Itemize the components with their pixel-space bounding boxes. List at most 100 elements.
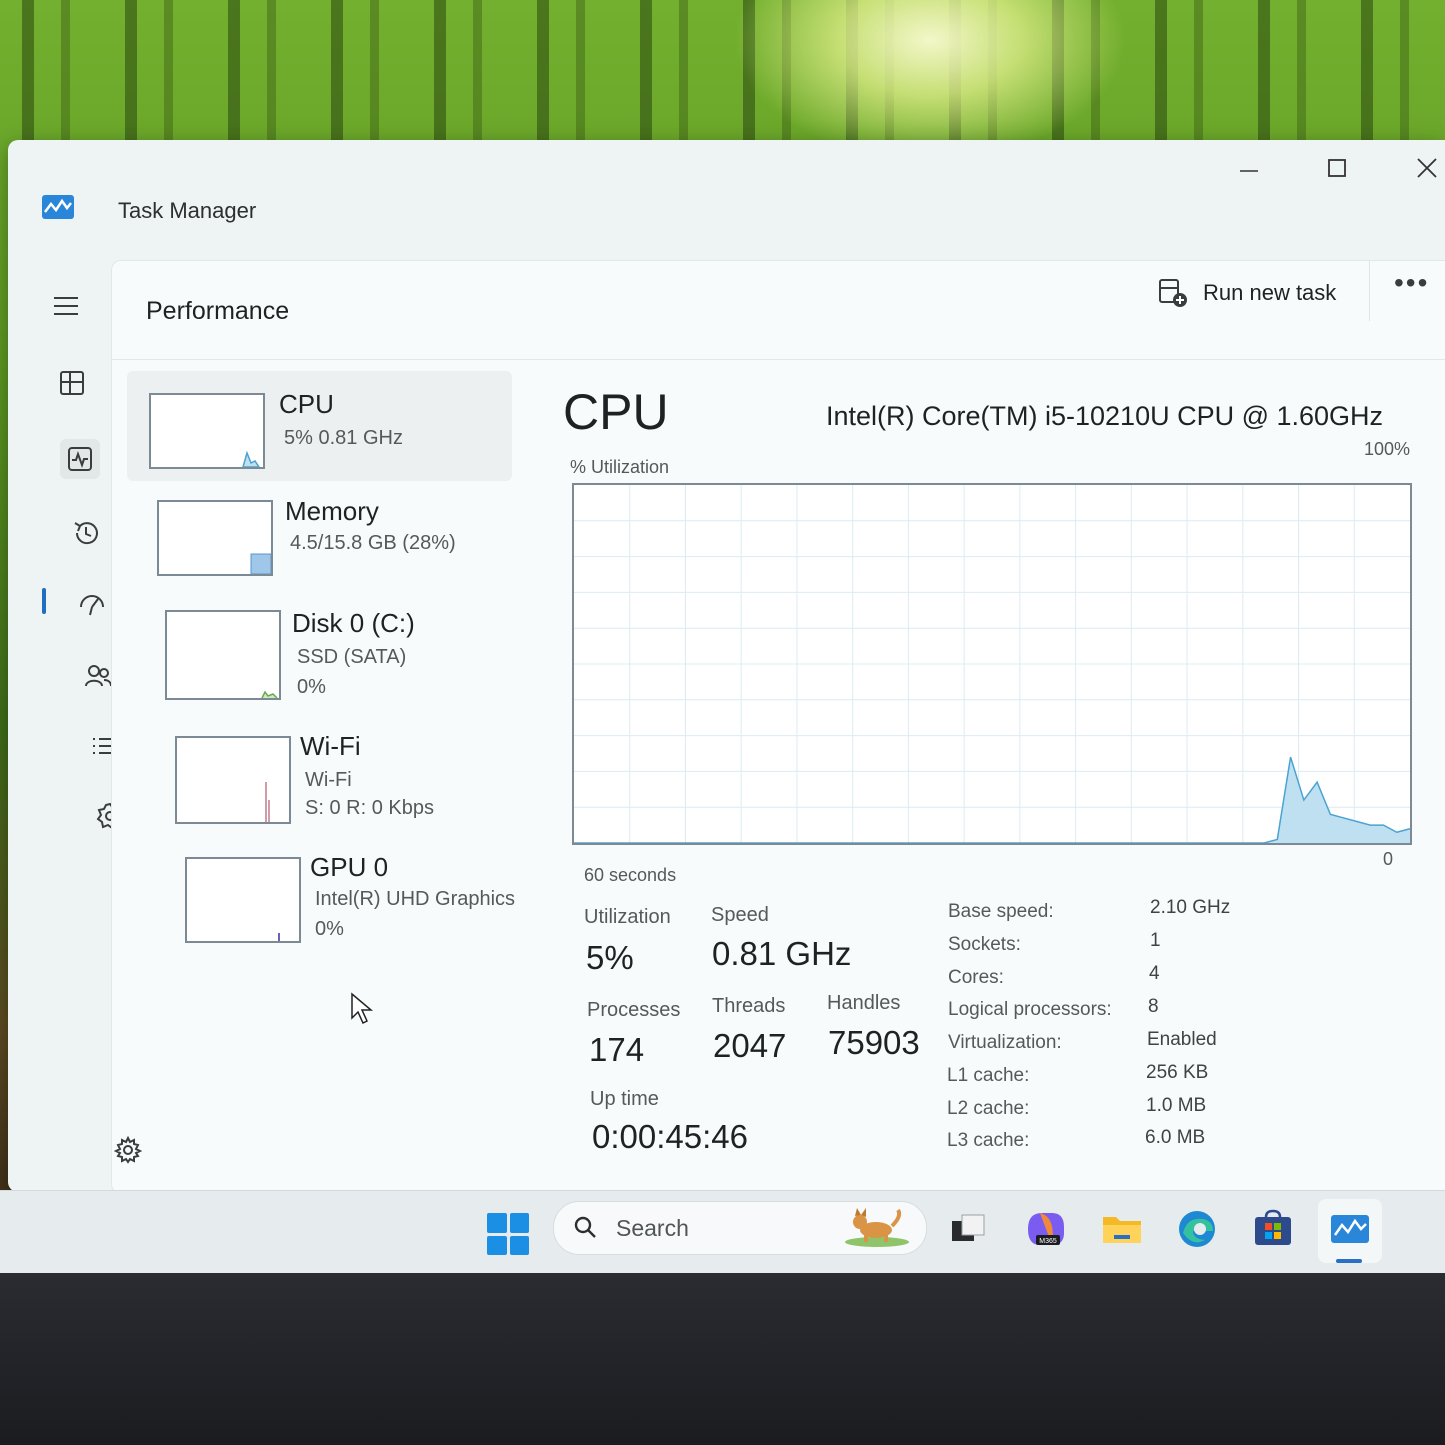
folder-icon: [1103, 1217, 1141, 1243]
file-explorer-button[interactable]: [1100, 1207, 1144, 1251]
search-icon: [574, 1216, 596, 1238]
header-divider: [1369, 261, 1370, 321]
edge-icon: [1179, 1211, 1215, 1247]
maximize-icon: [1328, 159, 1346, 177]
device-name: Memory: [285, 496, 379, 526]
spec-value: 1.0 MB: [1146, 1095, 1207, 1116]
spec-value: 1: [1150, 930, 1161, 951]
start-button[interactable]: [487, 1213, 529, 1255]
settings-gear-icon[interactable]: [113, 1135, 143, 1165]
gpu-thumbnail-sparkline: [278, 933, 280, 941]
cpu-thumbnail-sparkline: [242, 450, 261, 468]
more-options-button[interactable]: •••: [1394, 267, 1429, 299]
device-item-gpu[interactable]: GPU 0 Intel(R) UHD Graphics 0%: [167, 844, 552, 954]
mouse-cursor-icon: [351, 992, 374, 1025]
utilization-value: 5%: [586, 939, 634, 976]
history-icon: [74, 522, 98, 545]
device-detail: SSD (SATA): [297, 646, 407, 668]
memory-thumbnail-bar: [250, 553, 272, 575]
run-task-icon: [1159, 279, 1187, 307]
windows-logo-icon: [487, 1213, 507, 1233]
spec-value: Enabled: [1147, 1029, 1217, 1050]
nav-startup-apps[interactable]: [72, 584, 112, 624]
spec-value: 2.10 GHz: [1150, 897, 1231, 918]
microsoft-365-copilot-button[interactable]: M365: [1022, 1207, 1066, 1251]
graph-y-max-label: 100%: [1364, 439, 1411, 459]
minimize-icon: [1240, 170, 1258, 172]
microsoft-store-button[interactable]: [1251, 1207, 1295, 1251]
spec-value: 4: [1149, 963, 1160, 984]
processes-label: Processes: [587, 999, 681, 1021]
device-item-memory[interactable]: Memory 4.5/15.8 GB (28%): [137, 486, 522, 596]
close-icon: [1417, 158, 1437, 178]
page-title: Performance: [146, 297, 290, 325]
nav-app-history[interactable]: [66, 513, 106, 553]
window-title: Task Manager: [118, 198, 257, 223]
run-new-task-button[interactable]: Run new task: [1157, 273, 1336, 313]
spec-label: Base speed:: [948, 901, 1054, 922]
cpu-utilization-graph: [572, 483, 1412, 845]
device-name: CPU: [279, 389, 334, 419]
hamburger-icon: [54, 297, 78, 315]
nav-selection-indicator: [42, 588, 46, 614]
device-detail: 5% 0.81 GHz: [284, 427, 403, 449]
spec-label: Virtualization:: [948, 1032, 1062, 1053]
processes-icon: [60, 371, 84, 395]
spec-label: L3 cache:: [947, 1130, 1030, 1151]
nav-performance[interactable]: [60, 439, 100, 479]
task-manager-window: Task Manager Performance Run new task ••…: [8, 140, 1445, 1194]
minimize-button[interactable]: [1226, 148, 1272, 188]
spec-value: 256 KB: [1146, 1062, 1209, 1083]
close-button[interactable]: [1404, 148, 1445, 188]
disk-thumbnail-graph: [165, 610, 281, 700]
edge-browser-button[interactable]: [1175, 1207, 1219, 1251]
cpu-thumbnail-graph: [149, 393, 265, 469]
store-icon: [1255, 1209, 1291, 1245]
taskbar-search-box[interactable]: Search: [553, 1201, 927, 1255]
hamburger-menu-button[interactable]: [46, 286, 86, 326]
graph-y-min-label: 0: [1383, 849, 1394, 869]
device-item-wifi[interactable]: Wi-Fi Wi-Fi S: 0 R: 0 Kbps: [157, 721, 542, 831]
device-item-disk[interactable]: Disk 0 (C:) SSD (SATA) 0%: [147, 596, 532, 706]
processes-value: 174: [589, 1031, 645, 1068]
speed-value: 0.81 GHz: [712, 935, 852, 972]
gpu-thumbnail-graph: [185, 857, 301, 943]
nav-processes[interactable]: [52, 363, 92, 403]
device-name: GPU 0: [310, 852, 389, 882]
device-detail-secondary: S: 0 R: 0 Kbps: [305, 797, 434, 819]
spec-label: L2 cache:: [947, 1098, 1030, 1119]
device-name: Disk 0 (C:): [292, 608, 415, 638]
maximize-button[interactable]: [1314, 148, 1360, 188]
task-manager-app-icon: [42, 195, 74, 219]
task-view-button[interactable]: [946, 1207, 990, 1251]
uptime-label: Up time: [590, 1088, 659, 1110]
search-placeholder: Search: [616, 1215, 689, 1241]
wifi-thumbnail-sparkline: [265, 782, 270, 822]
header-separator: [112, 359, 1445, 360]
search-highlight-dog-icon: [845, 1208, 909, 1247]
graph-y-axis-label: % Utilization: [570, 457, 670, 477]
taskbar: Search M365: [0, 1190, 1445, 1273]
microsoft-365-icon: M365: [1028, 1213, 1064, 1245]
startup-icon: [80, 595, 104, 616]
title-bar[interactable]: Task Manager: [8, 140, 1445, 250]
spec-value: 6.0 MB: [1145, 1127, 1206, 1148]
wifi-thumbnail-graph: [175, 736, 291, 824]
spec-label: Logical processors:: [948, 999, 1112, 1020]
device-detail: Intel(R) UHD Graphics: [315, 888, 516, 910]
device-detail-secondary: 0%: [297, 676, 326, 698]
task-manager-taskbar-button[interactable]: [1328, 1207, 1372, 1251]
performance-icon: [68, 447, 92, 471]
svg-text:M365: M365: [1039, 1238, 1057, 1245]
device-item-cpu[interactable]: CPU 5% 0.81 GHz: [127, 371, 512, 481]
device-detail: Wi-Fi: [305, 769, 352, 791]
active-app-indicator: [1336, 1259, 1362, 1263]
cpu-utilization-chart: [574, 485, 1411, 844]
speed-label: Speed: [711, 904, 769, 926]
cpu-heading: CPU: [563, 384, 669, 440]
spec-label: L1 cache:: [947, 1065, 1030, 1086]
threads-value: 2047: [713, 1027, 787, 1064]
uptime-value: 0:00:45:46: [592, 1118, 748, 1155]
cpu-model-name: Intel(R) Core(TM) i5-10210U CPU @ 1.60GH…: [826, 401, 1384, 431]
handles-label: Handles: [827, 992, 901, 1014]
